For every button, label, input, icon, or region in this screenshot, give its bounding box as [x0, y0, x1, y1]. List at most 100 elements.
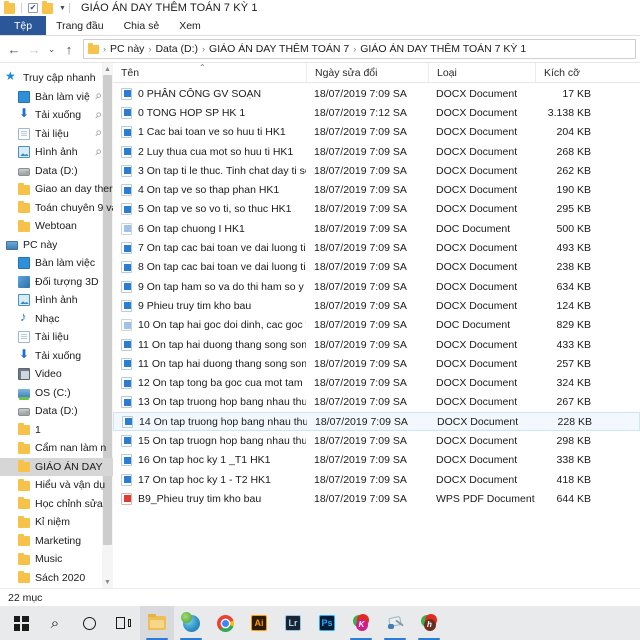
browser-button[interactable] — [174, 606, 208, 640]
tab-file[interactable]: Tệp — [0, 16, 47, 35]
task-view-button[interactable] — [106, 606, 140, 640]
sidebar-item-1[interactable]: Bàn làm việc ⚲ — [0, 88, 113, 107]
address-bar[interactable]: › PC này › Data (D:) › GIÁO ÁN DAY THÊM … — [83, 39, 636, 59]
corel-photo-button[interactable]: h — [412, 606, 446, 640]
sidebar-item-15[interactable]: Tải xuống — [0, 347, 113, 366]
table-row[interactable]: 14 On tap truong hop bang nhau thu hai …… — [113, 412, 640, 432]
tab-home[interactable]: Trang đầu — [46, 16, 113, 35]
chevron-down-icon[interactable]: ▼ — [59, 5, 66, 12]
sidebar-item-5[interactable]: Data (D:) — [0, 162, 113, 181]
breadcrumb-separator: › — [353, 44, 357, 54]
table-row[interactable]: 9 On tap ham so va do thi ham so y = ax … — [113, 277, 640, 296]
table-row[interactable]: 9 Phieu truy tim kho bau 18/07/2019 7:09 … — [113, 296, 640, 315]
new-folder-icon[interactable] — [42, 0, 53, 14]
sidebar-item-20[interactable]: Cẩm nan làm n — [0, 439, 113, 458]
file-date-cell: 18/07/2019 7:09 SA — [314, 319, 407, 332]
sidebar-item-8[interactable]: Webtoan — [0, 217, 113, 236]
pin-icon[interactable]: ⚲ — [93, 128, 103, 139]
sidebar-item-0[interactable]: Truy cập nhanh — [0, 69, 113, 88]
breadcrumb-item-3[interactable]: GIÁO ÁN DAY THÊM TOÁN 7 KỲ 1 — [360, 43, 526, 55]
table-row[interactable]: 10 On tap hai goc doi dinh, cac goc tao … — [113, 316, 640, 335]
table-row[interactable]: 16 On tap hoc ky 1 _T1 HK1 18/07/2019 7:0… — [113, 451, 640, 470]
docx-file-icon — [121, 203, 132, 216]
sidebar-item-3[interactable]: Tài liệu ⚲ — [0, 125, 113, 144]
sidebar-item-24[interactable]: Kỉ niệm — [0, 513, 113, 532]
pin-icon[interactable]: ⚲ — [93, 91, 103, 102]
sidebar-item-4[interactable]: Hình ảnh ⚲ — [0, 143, 113, 162]
table-row[interactable]: 2 Luy thua cua mot so huu ti HK1 18/07/20… — [113, 142, 640, 161]
folder-icon — [18, 515, 30, 528]
start-button[interactable] — [4, 606, 38, 640]
sidebar-item-11[interactable]: Đối tượng 3D — [0, 273, 113, 292]
table-row[interactable]: 8 On tap cac bai toan ve dai luong ti le… — [113, 258, 640, 277]
table-row[interactable]: 6 On tap chuong I HK1 18/07/2019 7:09 SA D… — [113, 219, 640, 238]
table-row[interactable]: 5 On tap ve so vo ti, so thuc HK1 18/07/2… — [113, 200, 640, 219]
table-row[interactable]: 11 On tap hai duong thang song song, tu…… — [113, 354, 640, 373]
folder-icon[interactable] — [4, 0, 15, 14]
pictures-icon — [18, 294, 30, 307]
cortana-button[interactable] — [72, 606, 106, 640]
forward-arrow-icon[interactable]: → — [24, 39, 44, 59]
file-type-cell: DOCX Document — [437, 415, 519, 428]
column-header-name[interactable]: Tên ⌃ — [113, 63, 306, 82]
table-row[interactable]: 0 PHÂN CÔNG GV SOẠN 18/07/2019 7:09 SA DOC… — [113, 84, 640, 103]
illustrator-button[interactable]: Ai — [242, 606, 276, 640]
sidebar-item-10[interactable]: Bàn làm việc — [0, 254, 113, 273]
sidebar-item-27[interactable]: Sách 2020 — [0, 569, 113, 588]
table-row[interactable]: 1 Cac bai toan ve so huu ti HK1 18/07/201… — [113, 123, 640, 142]
search-button[interactable]: ⌕ — [38, 606, 72, 640]
table-row[interactable]: 0 TONG HOP SP HK 1 18/07/2019 7:12 SA DOCX… — [113, 103, 640, 122]
chrome-button[interactable] — [208, 606, 242, 640]
table-row[interactable]: 4 On tap ve so thap phan HK1 18/07/2019 7… — [113, 180, 640, 199]
table-row[interactable]: 11 On tap hai duong thang song song, tu…… — [113, 335, 640, 354]
sidebar-item-19[interactable]: 1 — [0, 421, 113, 440]
pin-icon[interactable]: ⚲ — [93, 110, 103, 121]
sidebar-item-14[interactable]: Tài liệu — [0, 328, 113, 347]
sidebar-item-2[interactable]: Tải xuống ⚲ — [0, 106, 113, 125]
sidebar-item-16[interactable]: Video — [0, 365, 113, 384]
sidebar-item-17[interactable]: OS (C:) — [0, 384, 113, 403]
table-row[interactable]: B9_Phieu truy tim kho bau 18/07/2019 7:09… — [113, 489, 640, 508]
file-explorer-button[interactable] — [140, 606, 174, 640]
sidebar-item-9[interactable]: PC này — [0, 236, 113, 255]
sidebar-item-22[interactable]: Hiểu và vận dụ — [0, 476, 113, 495]
sidebar-item-23[interactable]: Học chỉnh sửa — [0, 495, 113, 514]
table-row[interactable]: 15 On tap truogn hop bang nhau thu ba … 1… — [113, 431, 640, 450]
column-header-size[interactable]: Kích cỡ — [535, 63, 597, 82]
breadcrumb-item-1[interactable]: Data (D:) — [155, 43, 198, 55]
column-header-type[interactable]: Loại — [428, 63, 535, 82]
sidebar-item-28[interactable]: GIÁO ÁN DAY — [0, 587, 113, 588]
breadcrumb-item-2[interactable]: GIÁO ÁN DAY THÊM TOÁN 7 — [209, 43, 349, 55]
sidebar-item-18[interactable]: Data (D:) — [0, 402, 113, 421]
properties-checkbox-icon[interactable]: ✔ — [28, 3, 38, 13]
corel-knockout-button[interactable]: K — [344, 606, 378, 640]
file-type-cell: DOCX Document — [436, 261, 518, 274]
sidebar-item-7[interactable]: Toán chuyên 9 va — [0, 199, 113, 218]
tab-share[interactable]: Chia sẻ — [114, 16, 170, 35]
file-size-cell: 238 KB — [556, 261, 591, 274]
photoshop-button[interactable]: Ps — [310, 606, 344, 640]
sidebar-item-13[interactable]: Nhạc — [0, 309, 113, 329]
sidebar-item-6[interactable]: Giao an day ther — [0, 180, 113, 199]
sidebar-item-26[interactable]: Music — [0, 550, 113, 569]
pin-icon[interactable]: ⚲ — [93, 147, 103, 158]
back-arrow-icon[interactable]: ← — [4, 39, 24, 59]
up-arrow-icon[interactable]: ↑ — [59, 39, 79, 59]
breadcrumb-item-0[interactable]: PC này — [110, 43, 144, 55]
table-row[interactable]: 3 On tap ti le thuc. Tinh chat day ti so… — [113, 161, 640, 180]
folder-icon — [18, 441, 30, 454]
file-size-cell: 257 KB — [556, 357, 591, 370]
table-row[interactable]: 17 On tap hoc ky 1 - T2 HK1 18/07/2019 7:… — [113, 470, 640, 489]
column-header-date[interactable]: Ngày sửa đổi — [306, 63, 428, 82]
table-row[interactable]: 12 On tap tong ba goc cua mot tam giac,…… — [113, 373, 640, 392]
tab-view[interactable]: Xem — [169, 16, 211, 35]
table-row[interactable]: 13 On tap truong hop bang nhau thu nha… 1… — [113, 393, 640, 412]
sidebar-item-25[interactable]: Marketing — [0, 532, 113, 551]
sidebar-item-21[interactable]: GIÁO ÁN DAY — [0, 457, 113, 476]
chevron-down-icon[interactable]: ⌄ — [44, 39, 59, 59]
file-size-cell: 493 KB — [556, 242, 591, 255]
table-row[interactable]: 7 On tap cac bai toan ve dai luong ti le… — [113, 238, 640, 257]
paint-button[interactable] — [378, 606, 412, 640]
lightroom-button[interactable]: Lr — [276, 606, 310, 640]
sidebar-item-12[interactable]: Hình ảnh — [0, 291, 113, 310]
